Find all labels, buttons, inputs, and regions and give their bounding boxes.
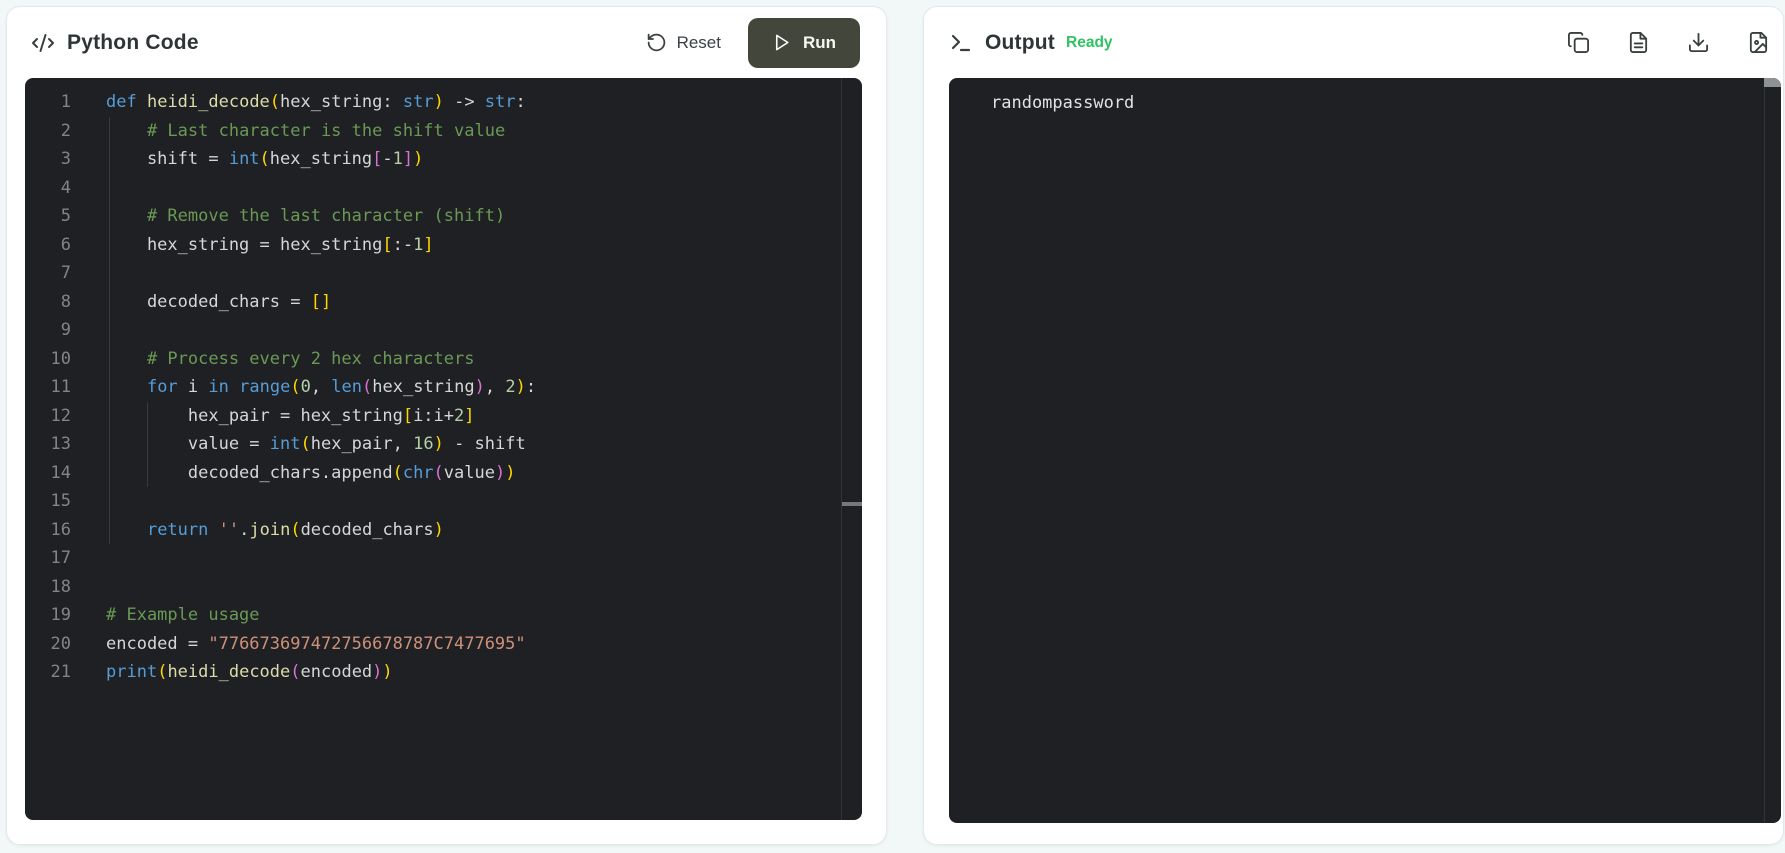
python-code-panel: Python Code Reset Run 1 def heidi_decode(… — [6, 6, 887, 845]
code-line[interactable]: 14 decoded_chars.append(chr(value)) — [25, 459, 862, 488]
line-number: 9 — [60, 320, 71, 340]
code-line[interactable]: 10 # Process every 2 hex characters — [25, 345, 862, 374]
output-scrollbar-track[interactable] — [1764, 78, 1781, 823]
code-line[interactable]: 6 hex_string = hex_string[:-1] — [25, 231, 862, 260]
code-line[interactable]: 8 decoded_chars = [] — [25, 288, 862, 317]
line-number: 21 — [50, 662, 71, 682]
code-line[interactable]: 7 — [25, 259, 862, 288]
code-line[interactable]: 2 # Last character is the shift value — [25, 117, 862, 146]
file-image-icon — [1747, 31, 1770, 54]
panel-title-output: Output — [985, 30, 1056, 54]
code-line[interactable]: 18 — [25, 573, 862, 602]
run-label: Run — [802, 32, 837, 52]
code-line[interactable]: 12 hex_pair = hex_string[i:i+2] — [25, 402, 862, 431]
terminal-icon — [949, 31, 973, 55]
output-text: randompassword — [991, 93, 1135, 113]
line-number: 5 — [60, 206, 71, 226]
code-line[interactable]: 20 encoded = "776673697472756678787C74776… — [25, 630, 862, 659]
code-line[interactable]: 16 return ''.join(decoded_chars) — [25, 515, 862, 545]
line-number: 11 — [50, 377, 71, 397]
code-lines: 1 def heidi_decode(hex_string: str) -> st… — [25, 78, 862, 687]
reset-icon — [646, 32, 667, 53]
overview-ruler-marker — [842, 502, 862, 506]
output-terminal[interactable]: randompassword — [949, 78, 1781, 823]
file-text-icon — [1627, 31, 1650, 54]
save-image-button[interactable] — [1741, 26, 1775, 60]
indent-guide — [147, 401, 148, 487]
code-icon — [31, 31, 55, 55]
panel-title-python-code: Python Code — [67, 30, 199, 54]
code-line[interactable]: 19 # Example usage — [25, 601, 862, 630]
line-number: 8 — [60, 291, 71, 312]
indent-guide — [109, 116, 110, 544]
download-icon — [1687, 31, 1710, 54]
line-number: 19 — [50, 605, 71, 625]
line-number: 3 — [60, 149, 71, 169]
line-number: 10 — [50, 348, 71, 369]
code-line[interactable]: 13 value = int(hex_pair, 16) - shift — [25, 430, 862, 459]
download-button[interactable] — [1681, 26, 1715, 60]
line-number: 4 — [60, 177, 71, 198]
line-number: 6 — [60, 234, 71, 255]
line-number: 12 — [50, 405, 71, 426]
output-scrollbar-thumb[interactable] — [1764, 78, 1781, 87]
code-line[interactable]: 17 — [25, 544, 862, 573]
line-number: 7 — [60, 263, 71, 283]
code-line[interactable]: 4 — [25, 174, 862, 203]
copy-icon — [1567, 31, 1590, 54]
editor-scrollbar[interactable] — [841, 78, 862, 820]
line-number: 16 — [50, 519, 71, 540]
output-header: Output Ready — [924, 7, 1783, 78]
run-button[interactable]: Run — [748, 17, 860, 68]
copy-output-button[interactable] — [1561, 26, 1595, 60]
line-number: 15 — [50, 491, 71, 511]
code-line[interactable]: 21 print(heidi_decode(encoded)) — [25, 658, 862, 687]
line-number: 13 — [50, 434, 71, 454]
line-number: 20 — [50, 633, 71, 654]
line-number: 1 — [60, 92, 71, 112]
line-number: 18 — [50, 576, 71, 597]
line-number: 2 — [60, 120, 71, 141]
code-line[interactable]: 1 def heidi_decode(hex_string: str) -> st… — [25, 88, 862, 117]
code-line[interactable]: 11 for i in range(0, len(hex_string), 2)… — [25, 373, 862, 402]
line-number: 17 — [50, 548, 71, 568]
status-badge: Ready — [1066, 33, 1113, 51]
reset-button[interactable]: Reset — [646, 32, 721, 53]
output-panel: Output Ready randompassword — [923, 6, 1784, 845]
play-icon — [772, 33, 791, 52]
code-line[interactable]: 9 — [25, 316, 862, 345]
save-text-button[interactable] — [1621, 26, 1655, 60]
reset-label: Reset — [676, 32, 721, 52]
code-line[interactable]: 15 — [25, 487, 862, 516]
python-code-header: Python Code Reset Run — [7, 7, 886, 78]
code-editor[interactable]: 1 def heidi_decode(hex_string: str) -> st… — [25, 78, 862, 820]
code-line[interactable]: 3 shift = int(hex_string[-1]) — [25, 145, 862, 174]
line-number: 14 — [50, 462, 71, 483]
code-line[interactable]: 5 # Remove the last character (shift) — [25, 202, 862, 231]
